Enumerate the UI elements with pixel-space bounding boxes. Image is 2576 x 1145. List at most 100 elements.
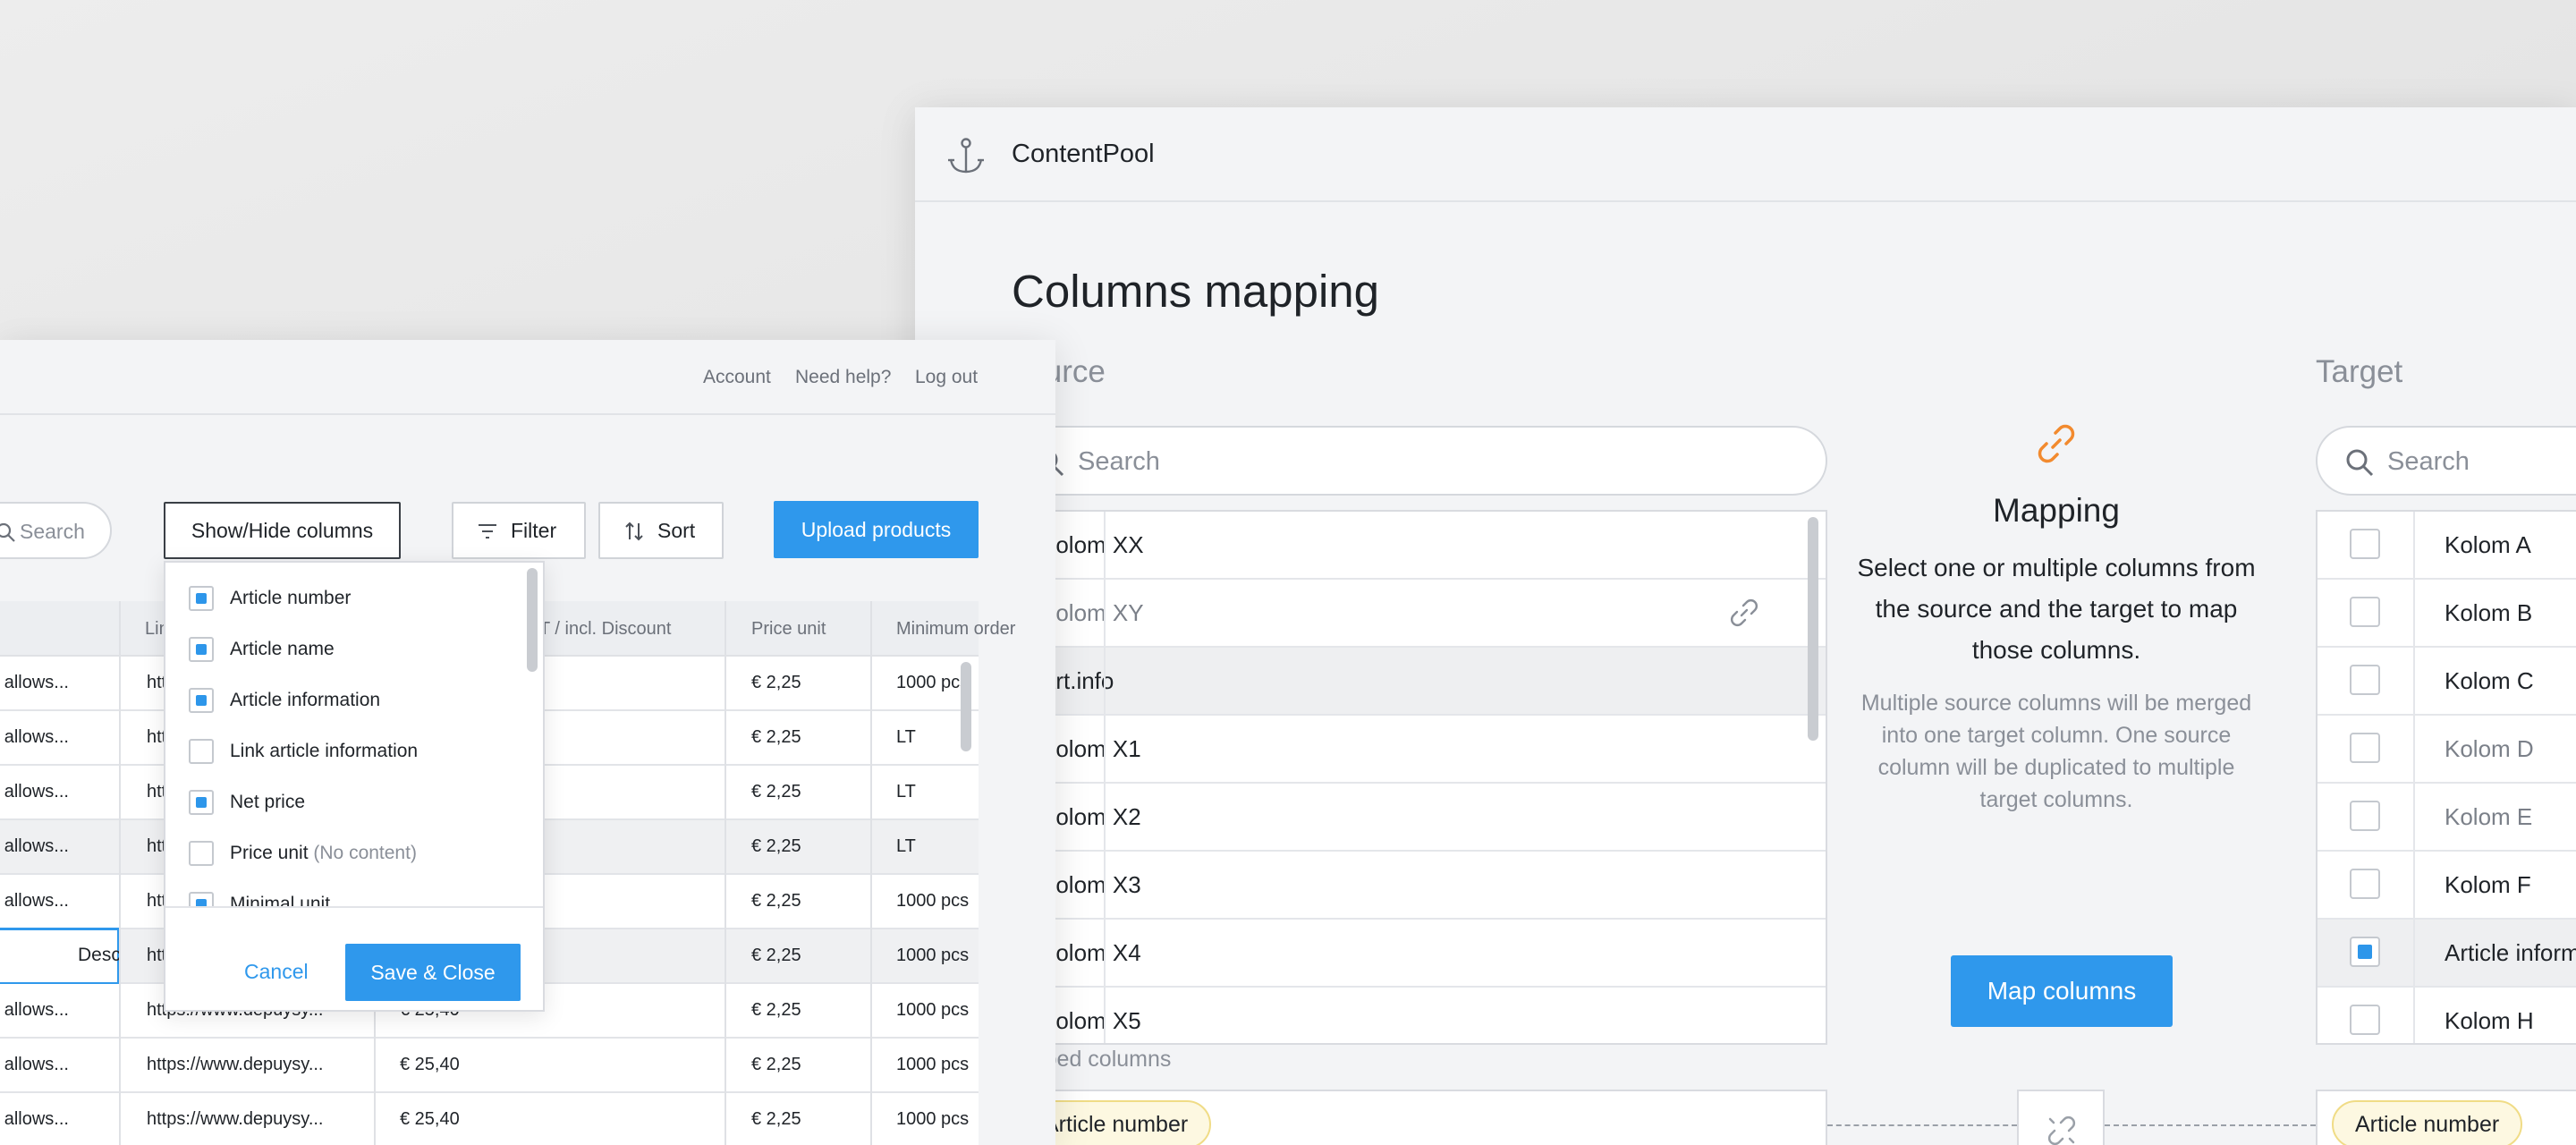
table-header-bar: Account Need help? Log out [0, 340, 1055, 415]
target-column-checkbox[interactable] [2350, 597, 2380, 627]
search-icon [0, 522, 15, 542]
target-column-checkbox[interactable] [2350, 801, 2380, 831]
target-column-list: Kolom A Kolom B Kolom C Kolom D Kolom E Kolom… [2316, 510, 2576, 1045]
table-cell: € 2,25 [751, 891, 801, 911]
column-toggle-checkbox[interactable] [189, 739, 214, 764]
mapping-note: Multiple source columns will be merged i… [1860, 691, 2252, 812]
target-column-label: Kolom C [2445, 667, 2534, 694]
column-toggle-label: Article number [230, 588, 351, 609]
unlink-button[interactable] [2017, 1090, 2105, 1145]
sort-button[interactable]: Sort [598, 502, 724, 559]
source-column-row[interactable]: Kolom XX [1008, 512, 1826, 580]
column-toggle-label: Link article information [230, 741, 418, 762]
target-column-row[interactable]: Kolom C [2318, 648, 2576, 716]
source-column-row[interactable]: Kolom XY [1008, 580, 1826, 648]
sort-icon [625, 522, 643, 541]
column-toggle-label: Price unit (No content) [230, 843, 417, 864]
table-cell: This device allows... [0, 1109, 69, 1129]
column-toggle-text: Article information [230, 690, 381, 710]
mapped-target-pill[interactable]: Article number [2332, 1100, 2523, 1145]
target-column-label: Article information [2445, 939, 2576, 966]
table-cell: 1000 pcs [896, 1109, 970, 1129]
table-row[interactable]: This device allows... https://www.depuysy… [0, 1039, 979, 1093]
column-toggle-checkbox[interactable] [189, 841, 214, 866]
column-toggle-label: Net price [230, 792, 305, 813]
table-cell: 1000 pcs [896, 891, 970, 911]
column-toggle-text: Price unit [230, 843, 309, 863]
column-toggle-checkbox[interactable] [189, 790, 214, 815]
source-column-row[interactable]: Kolom X5 [1008, 988, 1826, 1043]
column-header[interactable]: Price unit [751, 619, 826, 640]
app-header: ContentPool [915, 107, 2576, 202]
source-search-placeholder: Search [1078, 447, 1160, 476]
target-column-label: Kolom E [2445, 803, 2533, 830]
column-toggle-checkbox[interactable] [189, 637, 214, 662]
target-column-row[interactable]: Article information [2318, 920, 2576, 988]
table-cell: € 2,25 [751, 782, 801, 802]
target-column-row[interactable]: Kolom H [2318, 988, 2576, 1043]
table-cell: € 2,25 [751, 1000, 801, 1020]
target-column-checkbox[interactable] [2350, 869, 2380, 899]
help-link[interactable]: Need help? [795, 367, 891, 388]
brand-name[interactable]: ContentPool [1012, 140, 1155, 169]
cell-edit-input[interactable]: Desc [0, 928, 121, 985]
column-toggle-checkbox[interactable] [189, 586, 214, 611]
target-column-row[interactable]: Kolom A [2318, 512, 2576, 580]
table-search-input[interactable]: Search [0, 502, 112, 559]
list-divider [1104, 512, 1106, 1043]
filter-button[interactable]: Filter [452, 502, 586, 559]
target-column-label: Kolom H [2445, 1007, 2534, 1034]
target-search-input[interactable]: Search [2316, 426, 2576, 496]
show-hide-columns-button[interactable]: Show/Hide columns [164, 502, 401, 559]
link-icon[interactable] [1729, 598, 1759, 628]
column-toggle-text: Article name [230, 639, 335, 659]
table-row[interactable]: This device allows... https://www.depuysy… [0, 1093, 979, 1145]
target-column-row[interactable]: Kolom E [2318, 784, 2576, 852]
show-hide-columns-dropdown: Article number Article name Article inform… [164, 561, 545, 1012]
source-column-row[interactable]: Kolom X3 [1008, 852, 1826, 920]
logout-link[interactable]: Log out [915, 367, 978, 388]
unlink-icon [2047, 1115, 2076, 1145]
table-cell: € 2,25 [751, 727, 801, 747]
table-scrollbar[interactable] [961, 662, 971, 751]
target-column-checkbox[interactable] [2350, 733, 2380, 763]
table-cell: https://www.depuysy... [147, 1109, 324, 1129]
mapping-title: Mapping [1993, 492, 2120, 529]
dropdown-scrollbar[interactable] [527, 568, 538, 672]
source-scrollbar[interactable] [1808, 517, 1818, 741]
cancel-button[interactable]: Cancel [244, 960, 309, 984]
column-header[interactable]: Minimum order [896, 619, 1015, 640]
column-toggle-checkbox[interactable] [189, 688, 214, 713]
source-column-row[interactable]: Kolom X2 [1008, 784, 1826, 852]
products-table-window: Account Need help? Log out Search Show/H… [0, 340, 1055, 1145]
table-cell: 1000 pcs [896, 1000, 970, 1020]
table-cell: This device allows... [0, 1055, 69, 1074]
column-toggle-text: Link article information [230, 741, 419, 761]
target-column-row[interactable]: Kolom F [2318, 852, 2576, 920]
filter-icon [479, 524, 496, 539]
target-search-placeholder: Search [2387, 447, 2470, 476]
source-search-input[interactable]: Search [1006, 426, 1827, 496]
account-link[interactable]: Account [703, 367, 771, 388]
source-column-row[interactable]: Art.info [1008, 648, 1826, 716]
target-column-checkbox[interactable] [2350, 937, 2380, 967]
target-column-checkbox[interactable] [2350, 1005, 2380, 1035]
table-cell: € 2,25 [751, 836, 801, 856]
target-column-checkbox[interactable] [2350, 665, 2380, 695]
table-cell: This device allows... [0, 673, 69, 692]
table-cell: € 2,25 [751, 1109, 801, 1129]
target-column-label: Kolom A [2445, 531, 2531, 558]
mapping-description: Select one or multiple columns from the … [1857, 554, 2256, 664]
table-cell: € 25,40 [400, 1055, 460, 1074]
table-cell: This device allows... [0, 1000, 69, 1020]
target-column-row[interactable]: Kolom D [2318, 716, 2576, 784]
save-close-button[interactable]: Save & Close [345, 944, 521, 1001]
target-column-checkbox[interactable] [2350, 529, 2380, 559]
target-column-label: Kolom B [2445, 599, 2533, 626]
target-column-row[interactable]: Kolom B [2318, 580, 2576, 648]
source-column-label: Kolom XX [1040, 531, 1144, 558]
source-column-row[interactable]: Kolom X1 [1008, 716, 1826, 784]
map-columns-button[interactable]: Map columns [1951, 955, 2173, 1027]
source-column-row[interactable]: Kolom X4 [1008, 920, 1826, 988]
upload-products-button[interactable]: Upload products [774, 501, 979, 558]
